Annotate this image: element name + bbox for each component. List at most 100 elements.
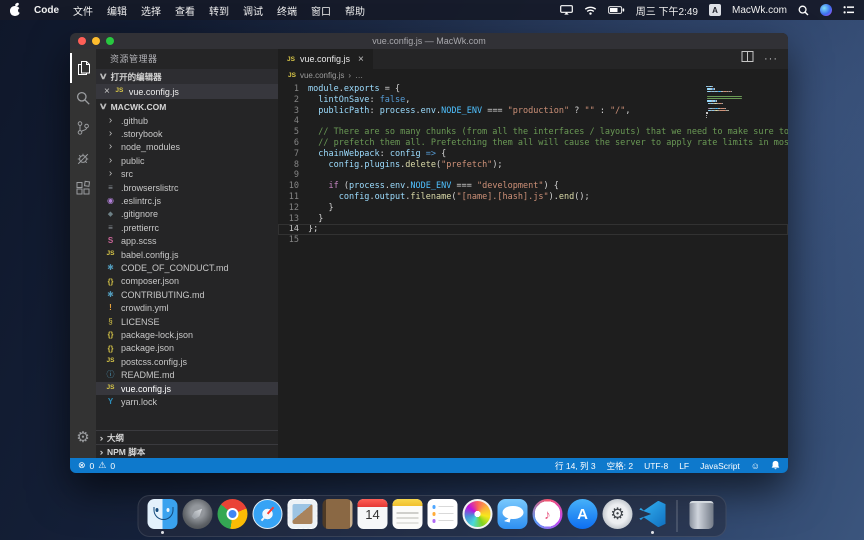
minimap[interactable] [706, 86, 744, 122]
menubar-menu-8[interactable]: 窗口 [311, 3, 331, 18]
search-icon[interactable] [70, 83, 96, 113]
tree-item-label: vue.config.js [121, 384, 171, 394]
dock-safari-icon[interactable] [253, 499, 283, 533]
dock-prefs-icon[interactable] [603, 499, 633, 533]
tree-item-.browserslistrc[interactable]: ≡.browserslistrc [96, 181, 278, 194]
errors-icon[interactable]: ⊗ [78, 460, 86, 471]
tree-item-label: .storybook [121, 129, 163, 139]
dock-trash-icon[interactable] [687, 499, 717, 533]
tree-item-composer.json[interactable]: {}composer.json [96, 275, 278, 288]
menubar-menu-6[interactable]: 调试 [243, 3, 263, 18]
dock-launchpad-icon[interactable] [183, 499, 213, 533]
tree-item-vue.config.js[interactable]: JSvue.config.js [96, 382, 278, 395]
wifi-icon[interactable] [584, 5, 597, 15]
tree-item-node_modules[interactable]: ›node_modules [96, 141, 278, 154]
tree-item-README.md[interactable]: ⓘREADME.md [96, 368, 278, 381]
close-window-button[interactable] [78, 37, 86, 45]
tree-item-public[interactable]: ›public [96, 154, 278, 167]
code-editor[interactable]: 1module.exports = {2 lintOnSave: false,3… [278, 82, 788, 458]
feedback-smiley-icon[interactable]: ☺ [751, 461, 760, 471]
menubar-app-name[interactable]: Code [34, 5, 59, 16]
tree-item-crowdin.yml[interactable]: !crowdin.yml [96, 301, 278, 314]
menubar-menu-3[interactable]: 选择 [141, 3, 161, 18]
tree-item-yarn.lock[interactable]: Yyarn.lock [96, 395, 278, 408]
dock-mail-icon[interactable] [288, 499, 318, 533]
settings-gear-icon[interactable]: ⚙ [70, 422, 96, 452]
menubar-menu-4[interactable]: 查看 [175, 3, 195, 18]
project-header[interactable]: ∨ MACWK.COM [96, 99, 278, 114]
menubar-menu-5[interactable]: 转到 [209, 3, 229, 18]
battery-icon[interactable] [608, 6, 625, 14]
spotlight-search-icon[interactable] [798, 5, 809, 16]
dock-finder-icon[interactable] [148, 499, 178, 533]
dock-chrome-icon[interactable] [218, 499, 248, 533]
open-editor-item[interactable]: ×JSvue.config.js [96, 84, 278, 99]
status-item-5[interactable]: JavaScript [700, 461, 740, 471]
airplay-icon[interactable] [560, 5, 573, 15]
menubar-brand[interactable]: MacWk.com [732, 5, 787, 16]
debug-icon[interactable] [70, 143, 96, 173]
status-item-4[interactable]: LF [679, 461, 689, 471]
zoom-window-button[interactable] [106, 37, 114, 45]
tree-item-package-lock.json[interactable]: {}package-lock.json [96, 328, 278, 341]
dock-photos-icon[interactable] [463, 499, 493, 533]
split-editor-icon[interactable] [741, 50, 754, 68]
sidebar-section-1[interactable]: ›大纲 [96, 430, 278, 444]
tree-item-.prettierrc[interactable]: ≡.prettierrc [96, 221, 278, 234]
file-tree: ›.github›.storybook›node_modules›public›… [96, 114, 278, 409]
siri-icon[interactable] [820, 4, 832, 16]
dock-calendar-icon[interactable]: 14 [358, 499, 388, 533]
code-line-text: // prefetch them all. Prefetching them a… [308, 138, 788, 149]
warnings-icon[interactable]: ⚠ [98, 460, 106, 471]
tree-item-app.scss[interactable]: Sapp.scss [96, 235, 278, 248]
code-line-12: 12 } [278, 203, 788, 214]
dock-itunes-icon[interactable] [533, 499, 563, 533]
tree-item-postcss.config.js[interactable]: JSpostcss.config.js [96, 355, 278, 368]
tree-item-.gitignore[interactable]: ◆.gitignore [96, 208, 278, 221]
breadcrumb[interactable]: JS vue.config.js › … [278, 69, 788, 82]
menubar-menu-1[interactable]: 文件 [73, 3, 93, 18]
close-tab-icon[interactable]: × [358, 54, 364, 65]
apple-menu-icon[interactable] [10, 4, 20, 16]
breadcrumb-file[interactable]: vue.config.js [300, 71, 344, 80]
minimize-window-button[interactable] [92, 37, 100, 45]
dock-notes-icon[interactable] [393, 499, 423, 533]
warnings-count[interactable]: 0 [110, 461, 115, 471]
menubar-menu-2[interactable]: 编辑 [107, 3, 127, 18]
tree-item-CODE_OF_CONDUCT.md[interactable]: ✱CODE_OF_CONDUCT.md [96, 261, 278, 274]
notifications-bell-icon[interactable] [771, 460, 780, 472]
status-item-2[interactable]: 空格: 2 [607, 460, 633, 472]
status-item-3[interactable]: UTF-8 [644, 461, 668, 471]
tree-item-package.json[interactable]: {}package.json [96, 342, 278, 355]
errors-count[interactable]: 0 [90, 461, 95, 471]
menubar-menu-7[interactable]: 终端 [277, 3, 297, 18]
source-control-icon[interactable] [70, 113, 96, 143]
tree-item-CONTRIBUTING.md[interactable]: ✱CONTRIBUTING.md [96, 288, 278, 301]
tree-item-.eslintrc.js[interactable]: ◉.eslintrc.js [96, 194, 278, 207]
dock-appstore-icon[interactable] [568, 499, 598, 533]
menubar-menu-9[interactable]: 帮助 [345, 3, 365, 18]
input-method-icon[interactable]: A [709, 4, 721, 16]
sidebar-section-2[interactable]: ›NPM 脚本 [96, 444, 278, 458]
more-actions-icon[interactable]: ··· [764, 53, 778, 65]
tree-item-.github[interactable]: ›.github [96, 114, 278, 127]
tree-item-.storybook[interactable]: ›.storybook [96, 127, 278, 140]
dock-reminders-icon[interactable] [428, 499, 458, 533]
notification-center-icon[interactable] [843, 5, 854, 15]
menubar-clock[interactable]: 周三 下午2:49 [636, 3, 698, 18]
dock: 14 [138, 495, 727, 537]
tree-item-LICENSE[interactable]: §LICENSE [96, 315, 278, 328]
breadcrumb-more[interactable]: … [355, 71, 363, 80]
tree-item-src[interactable]: ›src [96, 168, 278, 181]
explorer-icon[interactable] [70, 53, 96, 83]
dock-messages-icon[interactable] [498, 499, 528, 533]
close-editor-icon[interactable]: × [104, 87, 110, 97]
extensions-icon[interactable] [70, 173, 96, 203]
status-item-1[interactable]: 行 14, 列 3 [555, 460, 596, 472]
dock-vscode-icon[interactable] [638, 499, 668, 533]
tree-item-babel.config.js[interactable]: JSbabel.config.js [96, 248, 278, 261]
window-title-bar[interactable]: vue.config.js — MacWk.com [70, 33, 788, 49]
tab-vue-config[interactable]: JS vue.config.js × [278, 49, 373, 69]
open-editors-header[interactable]: ∨ 打开的编辑器 [96, 69, 278, 84]
dock-contacts-icon[interactable] [323, 499, 353, 533]
